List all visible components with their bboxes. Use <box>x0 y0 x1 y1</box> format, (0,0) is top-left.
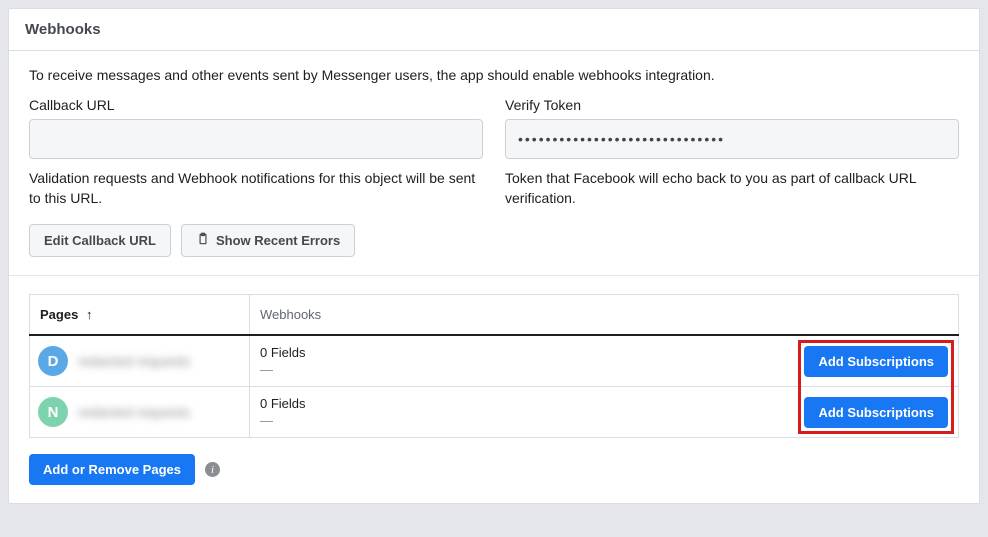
fields-count: 0 Fields <box>260 396 306 411</box>
show-errors-label: Show Recent Errors <box>216 233 340 248</box>
verify-help: Token that Facebook will echo back to yo… <box>505 169 959 208</box>
callback-url-input[interactable] <box>29 119 483 159</box>
pages-section: Pages ↑ Webhooks Dredacted requests0 Fie… <box>9 275 979 503</box>
clipboard-icon <box>196 232 210 249</box>
verify-label: Verify Token <box>505 97 959 113</box>
edit-callback-label: Edit Callback URL <box>44 233 156 248</box>
edit-callback-button[interactable]: Edit Callback URL <box>29 224 171 257</box>
verify-token-input[interactable] <box>505 119 959 159</box>
intro-text: To receive messages and other events sen… <box>29 67 959 83</box>
th-pages-label: Pages <box>40 307 78 322</box>
callback-column: Callback URL Validation requests and Web… <box>29 97 483 208</box>
webhooks-cell: 0 Fields — Add Subscriptions <box>250 335 959 387</box>
add-subscriptions-button[interactable]: Add Subscriptions <box>804 346 948 377</box>
fields-dash: — <box>260 362 306 377</box>
callback-help: Validation requests and Webhook notifica… <box>29 169 483 208</box>
fields-count: 0 Fields <box>260 345 306 360</box>
th-webhooks: Webhooks <box>250 295 959 336</box>
info-icon[interactable]: i <box>205 462 220 477</box>
add-remove-pages-button[interactable]: Add or Remove Pages <box>29 454 195 485</box>
fields-dash: — <box>260 413 306 428</box>
panel-body: To receive messages and other events sen… <box>9 51 979 275</box>
show-errors-button[interactable]: Show Recent Errors <box>181 224 355 257</box>
add-subscriptions-button[interactable]: Add Subscriptions <box>804 397 948 428</box>
sort-arrow-icon: ↑ <box>86 307 93 322</box>
field-columns: Callback URL Validation requests and Web… <box>29 97 959 208</box>
button-row: Edit Callback URL Show Recent Errors <box>29 224 959 257</box>
pages-table: Pages ↑ Webhooks Dredacted requests0 Fie… <box>29 294 959 438</box>
page-name-redacted: redacted requests <box>78 353 190 369</box>
avatar: N <box>38 397 68 427</box>
callback-label: Callback URL <box>29 97 483 113</box>
panel-title: Webhooks <box>9 9 979 51</box>
table-wrap: Pages ↑ Webhooks Dredacted requests0 Fie… <box>29 294 959 438</box>
page-cell: Dredacted requests <box>30 335 250 387</box>
footer-row: Add or Remove Pages i <box>29 454 959 485</box>
table-row: Dredacted requests 0 Fields — Add Subscript… <box>30 335 959 387</box>
table-header-row: Pages ↑ Webhooks <box>30 295 959 336</box>
verify-column: Verify Token Token that Facebook will ec… <box>505 97 959 208</box>
page-cell: Nredacted requests <box>30 387 250 438</box>
avatar: D <box>38 346 68 376</box>
th-pages[interactable]: Pages ↑ <box>30 295 250 336</box>
table-row: Nredacted requests 0 Fields — Add Subscript… <box>30 387 959 438</box>
page-name-redacted: redacted requests <box>78 404 190 420</box>
add-remove-pages-label: Add or Remove Pages <box>43 462 181 477</box>
webhooks-cell: 0 Fields — Add Subscriptions <box>250 387 959 438</box>
webhooks-panel: Webhooks To receive messages and other e… <box>8 8 980 504</box>
